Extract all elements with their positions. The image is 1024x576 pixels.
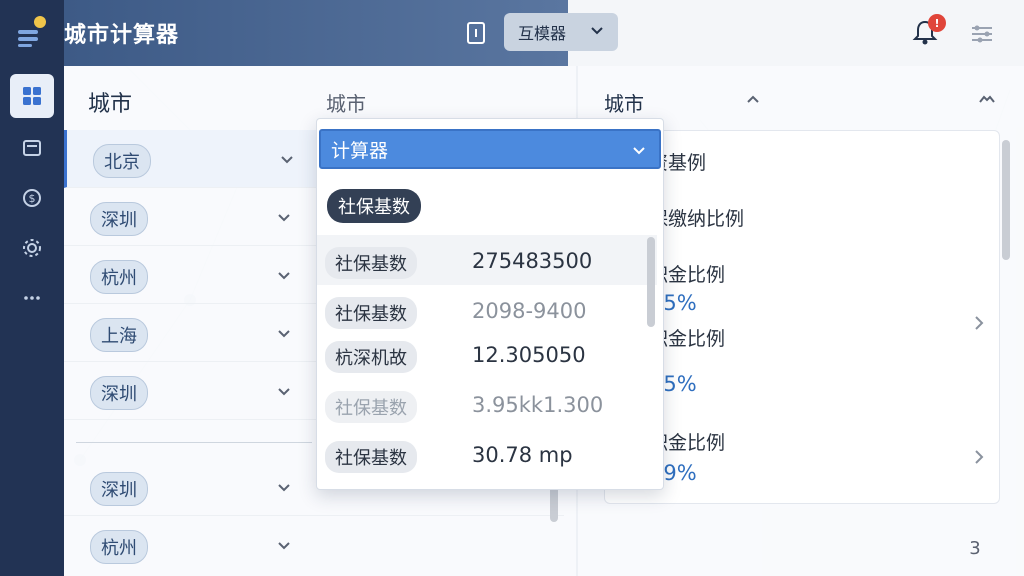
dropdown-option[interactable]: 社保基数 3.95kk1.300	[317, 379, 657, 429]
option-value: 30.78 mp	[472, 443, 573, 467]
svg-text:$: $	[29, 192, 36, 205]
gear-icon	[23, 239, 41, 257]
dropdown-option[interactable]: 社保基数 275483500	[317, 235, 657, 285]
city-chip: 杭州	[90, 260, 148, 294]
city-chip: 深圳	[90, 376, 148, 410]
chevron-down-icon[interactable]	[276, 480, 292, 496]
app-logo-icon[interactable]	[14, 14, 50, 50]
dropdown-selected-value: 计算器	[331, 139, 389, 162]
option-value: 12.305050	[472, 343, 586, 367]
city-column-header-secondary[interactable]: 城市	[326, 88, 366, 117]
option-label: 社保基数	[325, 441, 417, 473]
option-label: 杭深机故	[325, 341, 417, 373]
sidebar-item-finance[interactable]: $	[10, 176, 54, 220]
dropdown-select[interactable]: 计算器	[319, 129, 661, 169]
chevron-down-icon[interactable]	[276, 326, 292, 342]
filter-icon[interactable]	[968, 20, 996, 48]
sidebar: $	[0, 0, 64, 576]
right-scrollbar[interactable]	[1002, 140, 1010, 260]
city-chip: 杭州	[90, 530, 148, 564]
dropdown-option[interactable]: 杭深机故 12.305050	[317, 329, 657, 379]
city-column-header: 城市	[88, 92, 133, 117]
chevron-down-icon[interactable]	[276, 210, 292, 226]
chevron-down-icon[interactable]	[276, 384, 292, 400]
more-icon	[24, 296, 40, 300]
details-title: 城市	[604, 92, 644, 116]
option-value: 275483500	[472, 249, 593, 273]
chevron-down-icon[interactable]	[279, 152, 295, 168]
city-chip: 深圳	[90, 472, 148, 506]
chevron-down-icon[interactable]	[276, 538, 292, 554]
city-row[interactable]: 杭州	[64, 516, 564, 574]
dropdown-scrollbar[interactable]	[647, 237, 655, 327]
chevron-down-icon	[633, 147, 645, 155]
chevron-right-icon[interactable]	[972, 314, 986, 332]
top-header: 城市计算器 互模器 !	[64, 0, 1024, 66]
dropdown-option[interactable]: 社保基数 2098-9400	[317, 285, 657, 335]
page-indicator[interactable]: 3	[962, 538, 988, 564]
mode-select-value: 互模器	[518, 24, 567, 43]
option-value: 2098-9400	[472, 299, 587, 323]
header-toolbar	[568, 0, 1024, 66]
option-label: 社保基数	[325, 297, 417, 329]
folder-icon	[23, 140, 41, 156]
money-icon: $	[23, 189, 41, 207]
city-chip: 北京	[93, 144, 151, 178]
mode-select[interactable]: 互模器	[504, 13, 618, 51]
option-label: 社保基数	[325, 247, 417, 279]
city-chip: 上海	[90, 318, 148, 352]
dashboard-icon	[23, 87, 41, 105]
dropdown-option[interactable]: 社保基数 30.78 mp	[317, 429, 657, 479]
chevron-right-icon[interactable]	[972, 448, 986, 466]
document-icon[interactable]	[464, 20, 488, 46]
notification-badge: !	[928, 14, 946, 32]
sidebar-item-reports[interactable]	[10, 126, 54, 170]
chevron-down-icon[interactable]	[276, 268, 292, 284]
app-title: 城市计算器	[64, 23, 180, 48]
calculator-dropdown: 计算器 社保基数 社保基数 275483500 社保基数 2098-9400 杭…	[316, 118, 664, 490]
selected-tag[interactable]: 社保基数	[327, 189, 421, 223]
sidebar-item-dashboard[interactable]	[10, 74, 54, 118]
list-divider	[76, 442, 312, 443]
sidebar-item-settings[interactable]	[10, 226, 54, 270]
option-value: 3.95kk1.300	[472, 393, 604, 417]
chevron-down-icon	[591, 27, 603, 35]
option-label: 社保基数	[325, 391, 417, 423]
sidebar-item-more[interactable]	[10, 276, 54, 320]
city-chip: 深圳	[90, 202, 148, 236]
collapse-icon[interactable]	[978, 94, 996, 104]
chevron-up-icon[interactable]	[746, 92, 760, 106]
